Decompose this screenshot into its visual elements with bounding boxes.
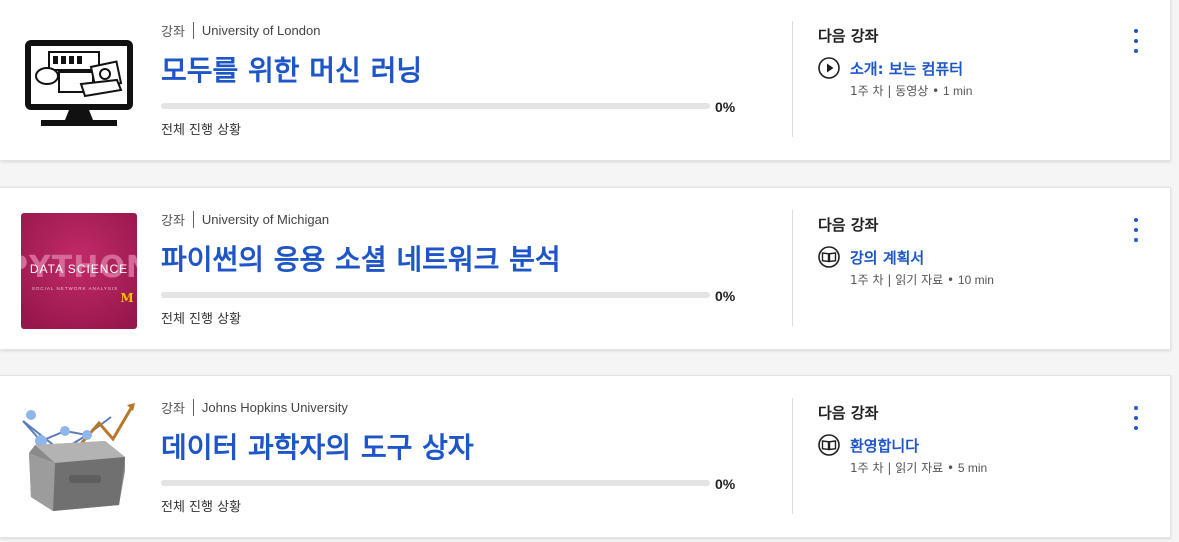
meta-divider (192, 210, 194, 228)
svg-text:M: M (120, 291, 133, 305)
progress-percent: 0% (715, 99, 736, 115)
progress-bar (161, 292, 710, 298)
course-kind-label: 강좌 (161, 213, 185, 229)
vertical-divider (792, 398, 793, 514)
progress-percent: 0% (715, 476, 736, 492)
lesson-duration: 10 min (957, 273, 994, 287)
course-kind-label: 강좌 (161, 401, 185, 417)
progress-bar (161, 103, 710, 109)
course-meta: 강좌 University of Michigan (161, 210, 330, 229)
course-kind-label: 강좌 (161, 24, 185, 40)
more-options-icon[interactable] (1128, 406, 1144, 430)
vertical-divider (792, 210, 793, 326)
book-icon (818, 434, 840, 456)
thumb-caption: DATA SCIENCE (30, 262, 128, 276)
meta-divider (192, 21, 194, 39)
lesson-week-type: 1주 차 | 읽기 자료 • (850, 461, 958, 475)
next-lesson-name[interactable]: 환영합니다 (850, 435, 919, 456)
course-thumbnail-computer[interactable] (21, 24, 137, 140)
progress-label: 전체 진행 상황 (161, 312, 242, 327)
next-lesson-name[interactable]: 강의 계획서 (850, 247, 924, 268)
meta-divider (192, 398, 194, 416)
progress-bar (161, 480, 710, 486)
university-name: University of London (201, 22, 321, 38)
next-lesson-info: 1주 차 | 읽기 자료 • 5 min (850, 459, 987, 476)
university-name: University of Michigan (201, 211, 330, 227)
vertical-divider (792, 21, 793, 137)
course-card-2[interactable]: PYTHON DATA SCIENCE SOCIAL NETWORK ANALY… (0, 187, 1171, 350)
course-card-3[interactable]: 강좌 Johns Hopkins University 데이터 과학자의 도구 … (0, 375, 1171, 538)
more-options-icon[interactable] (1128, 29, 1144, 53)
lesson-duration: 1 min (943, 84, 973, 98)
course-thumbnail-toolbox[interactable] (21, 401, 137, 517)
next-lesson-info: 1주 차 | 읽기 자료 • 10 min (850, 271, 994, 288)
more-options-icon[interactable] (1128, 218, 1144, 242)
next-lesson-link[interactable]: 소개: 보는 컴퓨터 (818, 57, 963, 79)
lesson-week-type: 1주 차 | 읽기 자료 • (850, 273, 958, 287)
course-meta: 강좌 University of London (161, 21, 321, 40)
next-lesson-heading: 다음 강좌 (818, 27, 879, 45)
book-icon (818, 246, 840, 268)
next-lesson-link[interactable]: 강의 계획서 (818, 246, 924, 268)
course-card-1[interactable]: 강좌 University of London 모두를 위한 머신 러닝 0% … (0, 0, 1171, 161)
course-meta: 강좌 Johns Hopkins University (161, 398, 348, 417)
lesson-duration: 5 min (957, 461, 988, 475)
university-name: Johns Hopkins University (201, 399, 348, 415)
course-title-link[interactable]: 데이터 과학자의 도구 상자 (161, 426, 474, 466)
progress-percent: 0% (715, 288, 736, 304)
next-lesson-link[interactable]: 환영합니다 (818, 434, 919, 456)
play-circle-icon (818, 57, 840, 79)
course-title-link[interactable]: 파이썬의 응용 소셜 네트워크 분석 (161, 238, 561, 278)
course-title-link[interactable]: 모두를 위한 머신 러닝 (161, 49, 422, 89)
next-lesson-info: 1주 차 | 동영상 • 1 min (850, 82, 972, 99)
progress-label: 전체 진행 상황 (161, 500, 242, 515)
course-thumbnail-python[interactable]: PYTHON DATA SCIENCE SOCIAL NETWORK ANALY… (6, 213, 151, 329)
svg-text:SOCIAL NETWORK ANALYSIS: SOCIAL NETWORK ANALYSIS (32, 286, 118, 291)
lesson-week-type: 1주 차 | 동영상 • (850, 84, 944, 98)
next-lesson-name[interactable]: 소개: 보는 컴퓨터 (850, 58, 963, 79)
next-lesson-heading: 다음 강좌 (818, 216, 879, 234)
progress-label: 전체 진행 상황 (161, 123, 242, 138)
next-lesson-heading: 다음 강좌 (818, 404, 879, 422)
